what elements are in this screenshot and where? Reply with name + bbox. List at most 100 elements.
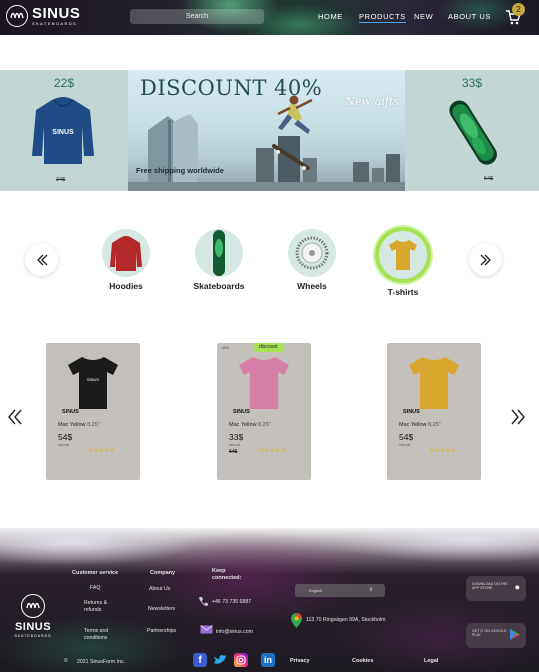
discount-tag: discount (253, 343, 284, 352)
product-old-price: 54$ (229, 449, 238, 455)
logo[interactable]: SINUS SKATEBOARDS (6, 5, 80, 27)
skateboard-image-icon (449, 100, 497, 165)
google-play-icon (510, 629, 520, 640)
map-pin-icon (291, 613, 302, 628)
promo-subtitle: New gifts (345, 95, 399, 108)
nav-products[interactable]: PRODUCTS (359, 12, 406, 23)
promo-banner: 22$ SINUS 34$ DISCOUNT 40% New gifts Fre… (0, 70, 539, 191)
svg-text:SINUS: SINUS (52, 129, 74, 136)
banner-right-old-price: 54$ (484, 176, 494, 182)
site-footer: SINUS SKATEBOARDS Customer service FAQ R… (0, 528, 539, 672)
product-name: Mac Yellow 8,25" (58, 422, 100, 428)
linkedin-icon[interactable]: in (261, 653, 275, 667)
category-wheels[interactable]: Wheels (277, 229, 347, 291)
banner-right-product[interactable]: 33$ 54$ (405, 70, 539, 191)
category-tshirts[interactable]: T-shirts (368, 227, 438, 297)
categories-next-button[interactable] (469, 243, 502, 276)
app-store-label: DOWNLOAD ON THE APP STORE (472, 582, 508, 591)
product-brand: SINUS (403, 409, 420, 415)
copyright-text: 2021 SinusForm Inc. (77, 659, 125, 665)
tshirt-icon (375, 227, 431, 283)
promo-hero[interactable]: DISCOUNT 40% New gifts Free shipping wor… (128, 70, 405, 191)
mail-icon (200, 625, 213, 634)
category-label: Skateboards (193, 281, 245, 291)
products-next-icon[interactable] (509, 408, 527, 426)
banner-right-price: 33$ (461, 76, 483, 90)
rating-stars-icon: ★★★★★ (259, 448, 287, 454)
product-card[interactable]: SINUS Mac Yellow 8,25" 54$ incl.vat ★★★★… (387, 343, 481, 480)
google-play-label: GET IT ON GOOGLE PLAY (472, 629, 507, 638)
app-store-button[interactable]: DOWNLOAD ON THE APP STORE ● (466, 576, 526, 601)
product-title: Mac Yellow (229, 422, 257, 428)
nav-new[interactable]: NEW (414, 12, 433, 21)
search-input[interactable] (130, 9, 264, 24)
category-hoodies[interactable]: Hoodies (91, 229, 161, 291)
twitter-icon[interactable] (213, 653, 227, 667)
logo-subtitle: SKATEBOARDS (32, 21, 78, 26)
hoodie-icon (102, 229, 150, 277)
site-header: SINUS SKATEBOARDS HOME PRODUCTS NEW ABOU… (0, 0, 539, 35)
discount-percent: -40% (221, 346, 230, 350)
category-label: Wheels (297, 281, 327, 291)
category-label: T-shirts (387, 287, 419, 297)
category-skateboards[interactable]: Skateboards (184, 229, 254, 291)
product-price: 33$ (229, 432, 244, 442)
banner-left-price: 22$ (53, 76, 75, 90)
footer-logo[interactable]: SINUS SKATEBOARDS (14, 594, 52, 638)
product-price: 54$ (399, 432, 414, 442)
product-vat: incl.vat (229, 443, 240, 447)
promo-shipping-text: Free shipping worldwide (136, 166, 224, 175)
product-card[interactable]: SINUS SINUS Mac Yellow 8,25" 54$ incl.va… (46, 343, 140, 480)
hoodie-image-icon: SINUS (32, 97, 94, 164)
product-price: 54$ (58, 432, 73, 442)
footer-link-returns[interactable]: Returns & refunds (84, 600, 124, 613)
footer-logo-title: SINUS (14, 621, 52, 633)
double-chevron-right-icon (480, 254, 491, 265)
nav-home[interactable]: HOME (318, 12, 343, 21)
footer-link-legal[interactable]: Legal (424, 658, 438, 665)
active-underline (359, 22, 406, 23)
copyright-icon: © (64, 658, 68, 664)
promo-title: DISCOUNT 40% (140, 76, 323, 100)
company-heading: Company (150, 570, 176, 576)
customer-service-heading: Customer service (72, 570, 119, 576)
product-size: 8,25" (258, 422, 271, 428)
product-brand: SINUS (62, 409, 79, 415)
category-label: Hoodies (109, 281, 143, 291)
logo-wave-icon (21, 594, 45, 618)
footer-link-terms[interactable]: Terms and conditions (84, 628, 124, 641)
product-card-discounted[interactable]: -40% discount SINUS Mac Yellow 8,25" 33$… (217, 343, 311, 480)
footer-link-privacy[interactable]: Privacy (290, 658, 310, 665)
email-address[interactable]: info@sinus.com (216, 629, 253, 636)
google-play-button[interactable]: GET IT ON GOOGLE PLAY (466, 623, 526, 648)
cart-count-badge: 2 (512, 3, 525, 16)
banner-left-old-price: 34$ (56, 177, 66, 183)
phone-number[interactable]: +46 73 736 6887 (212, 599, 251, 606)
product-size: 8,25" (87, 422, 100, 428)
nav-products-label: PRODUCTS (359, 12, 406, 21)
product-size: 8,25" (428, 422, 441, 428)
footer-link-partnerships[interactable]: Partnerships (147, 628, 176, 635)
facebook-icon[interactable]: f (193, 653, 207, 667)
tshirt-image-icon (409, 357, 459, 409)
footer-link-newsletters[interactable]: Newsletters (148, 606, 175, 613)
instagram-icon[interactable] (234, 653, 248, 667)
footer-link-about[interactable]: About Us (149, 586, 170, 593)
footer-link-cookies[interactable]: Cookies (352, 658, 373, 665)
address: 113 70 Ringvägen 99A, Stockholm (306, 617, 386, 623)
footer-link-faq[interactable]: FAQ (90, 585, 100, 592)
nav-about-us[interactable]: ABOUT US (448, 12, 491, 21)
language-select[interactable]: English ⇕ (295, 584, 385, 597)
categories-prev-button[interactable] (25, 243, 58, 276)
svg-text:SINUS: SINUS (87, 377, 100, 382)
logo-wave-icon (6, 5, 28, 27)
product-vat: incl.vat (58, 443, 69, 447)
wheel-icon (288, 229, 336, 277)
keep-connected-heading: Keep connected: (212, 568, 242, 581)
product-title: Mac Yellow (58, 422, 86, 428)
product-title: Mac Yellow (399, 422, 427, 428)
rating-stars-icon: ★★★★★ (88, 448, 116, 454)
products-prev-icon[interactable] (6, 408, 24, 426)
skateboard-icon (195, 229, 243, 277)
banner-left-product[interactable]: 22$ SINUS 34$ (0, 70, 128, 191)
